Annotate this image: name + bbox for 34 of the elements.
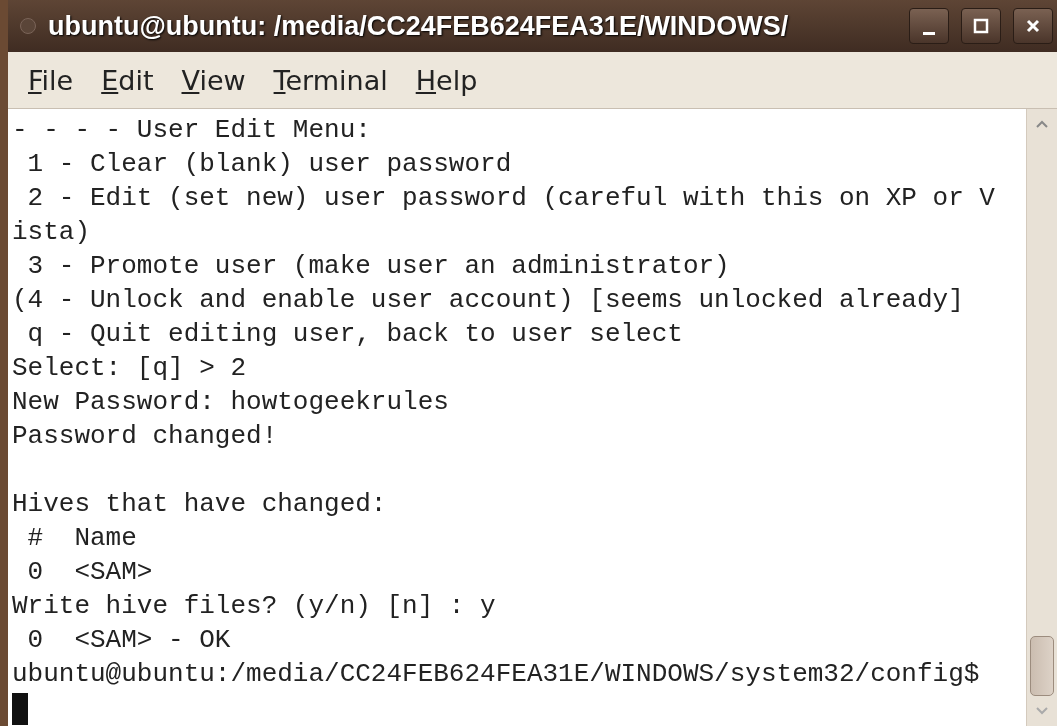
menu-item[interactable]: Edit [91,60,164,100]
minimize-icon [923,31,935,35]
terminal-line: (4 - Unlock and enable user account) [seems unlocked already] [12,284,965,317]
terminal-line: ubuntu@ubuntu:/media/CC24FEB624FEA31E/WINDOWS/system32/config$ [12,658,981,691]
close-icon [1025,18,1041,34]
menu-item[interactable]: View [171,60,256,100]
maximize-icon [973,18,989,34]
minimize-button[interactable] [909,8,949,44]
terminal-line: - - - - User Edit Menu: [12,114,372,147]
scroll-thumb[interactable] [1030,636,1054,696]
menu-item[interactable]: Terminal [263,60,398,100]
terminal-line: # Name [26,522,138,555]
terminal-line: Hives that have changed: [12,488,388,521]
terminal-line: Write hive files? (y/n) [n] : y [12,590,497,623]
maximize-button[interactable] [961,8,1001,44]
terminal-line: 0 <SAM> - OK [26,624,232,657]
terminal-line: 0 <SAM> [26,556,154,589]
menu-item[interactable]: File [18,60,84,100]
window-title: ubuntu@ubuntu: /media/CC24FEB624FEA31E/WINDOWS/ [48,10,790,42]
scrollbar[interactable] [1026,109,1057,726]
terminal-line: Select: [q] > 2 [12,352,248,385]
terminal-line: Password changed! [12,420,279,453]
window-menu-icon[interactable] [20,18,36,34]
terminal-line: 2 - Edit (set new) user password (careful with this on XP or V [26,182,996,215]
terminal-line: 3 - Promote user (make user an administrator) [26,250,731,283]
terminal-line: New Password: howtogeekrules [12,386,450,419]
scroll-down-icon[interactable] [1035,706,1049,716]
menu-item[interactable]: Help [405,60,488,100]
terminal-line: 1 - Clear (blank) user password [26,148,513,181]
close-button[interactable] [1013,8,1053,44]
text-cursor [12,693,28,725]
scroll-up-icon[interactable] [1035,119,1049,129]
terminal-line: ista) [12,216,91,249]
terminal-line: q - Quit editing user, back to user select [26,318,684,351]
